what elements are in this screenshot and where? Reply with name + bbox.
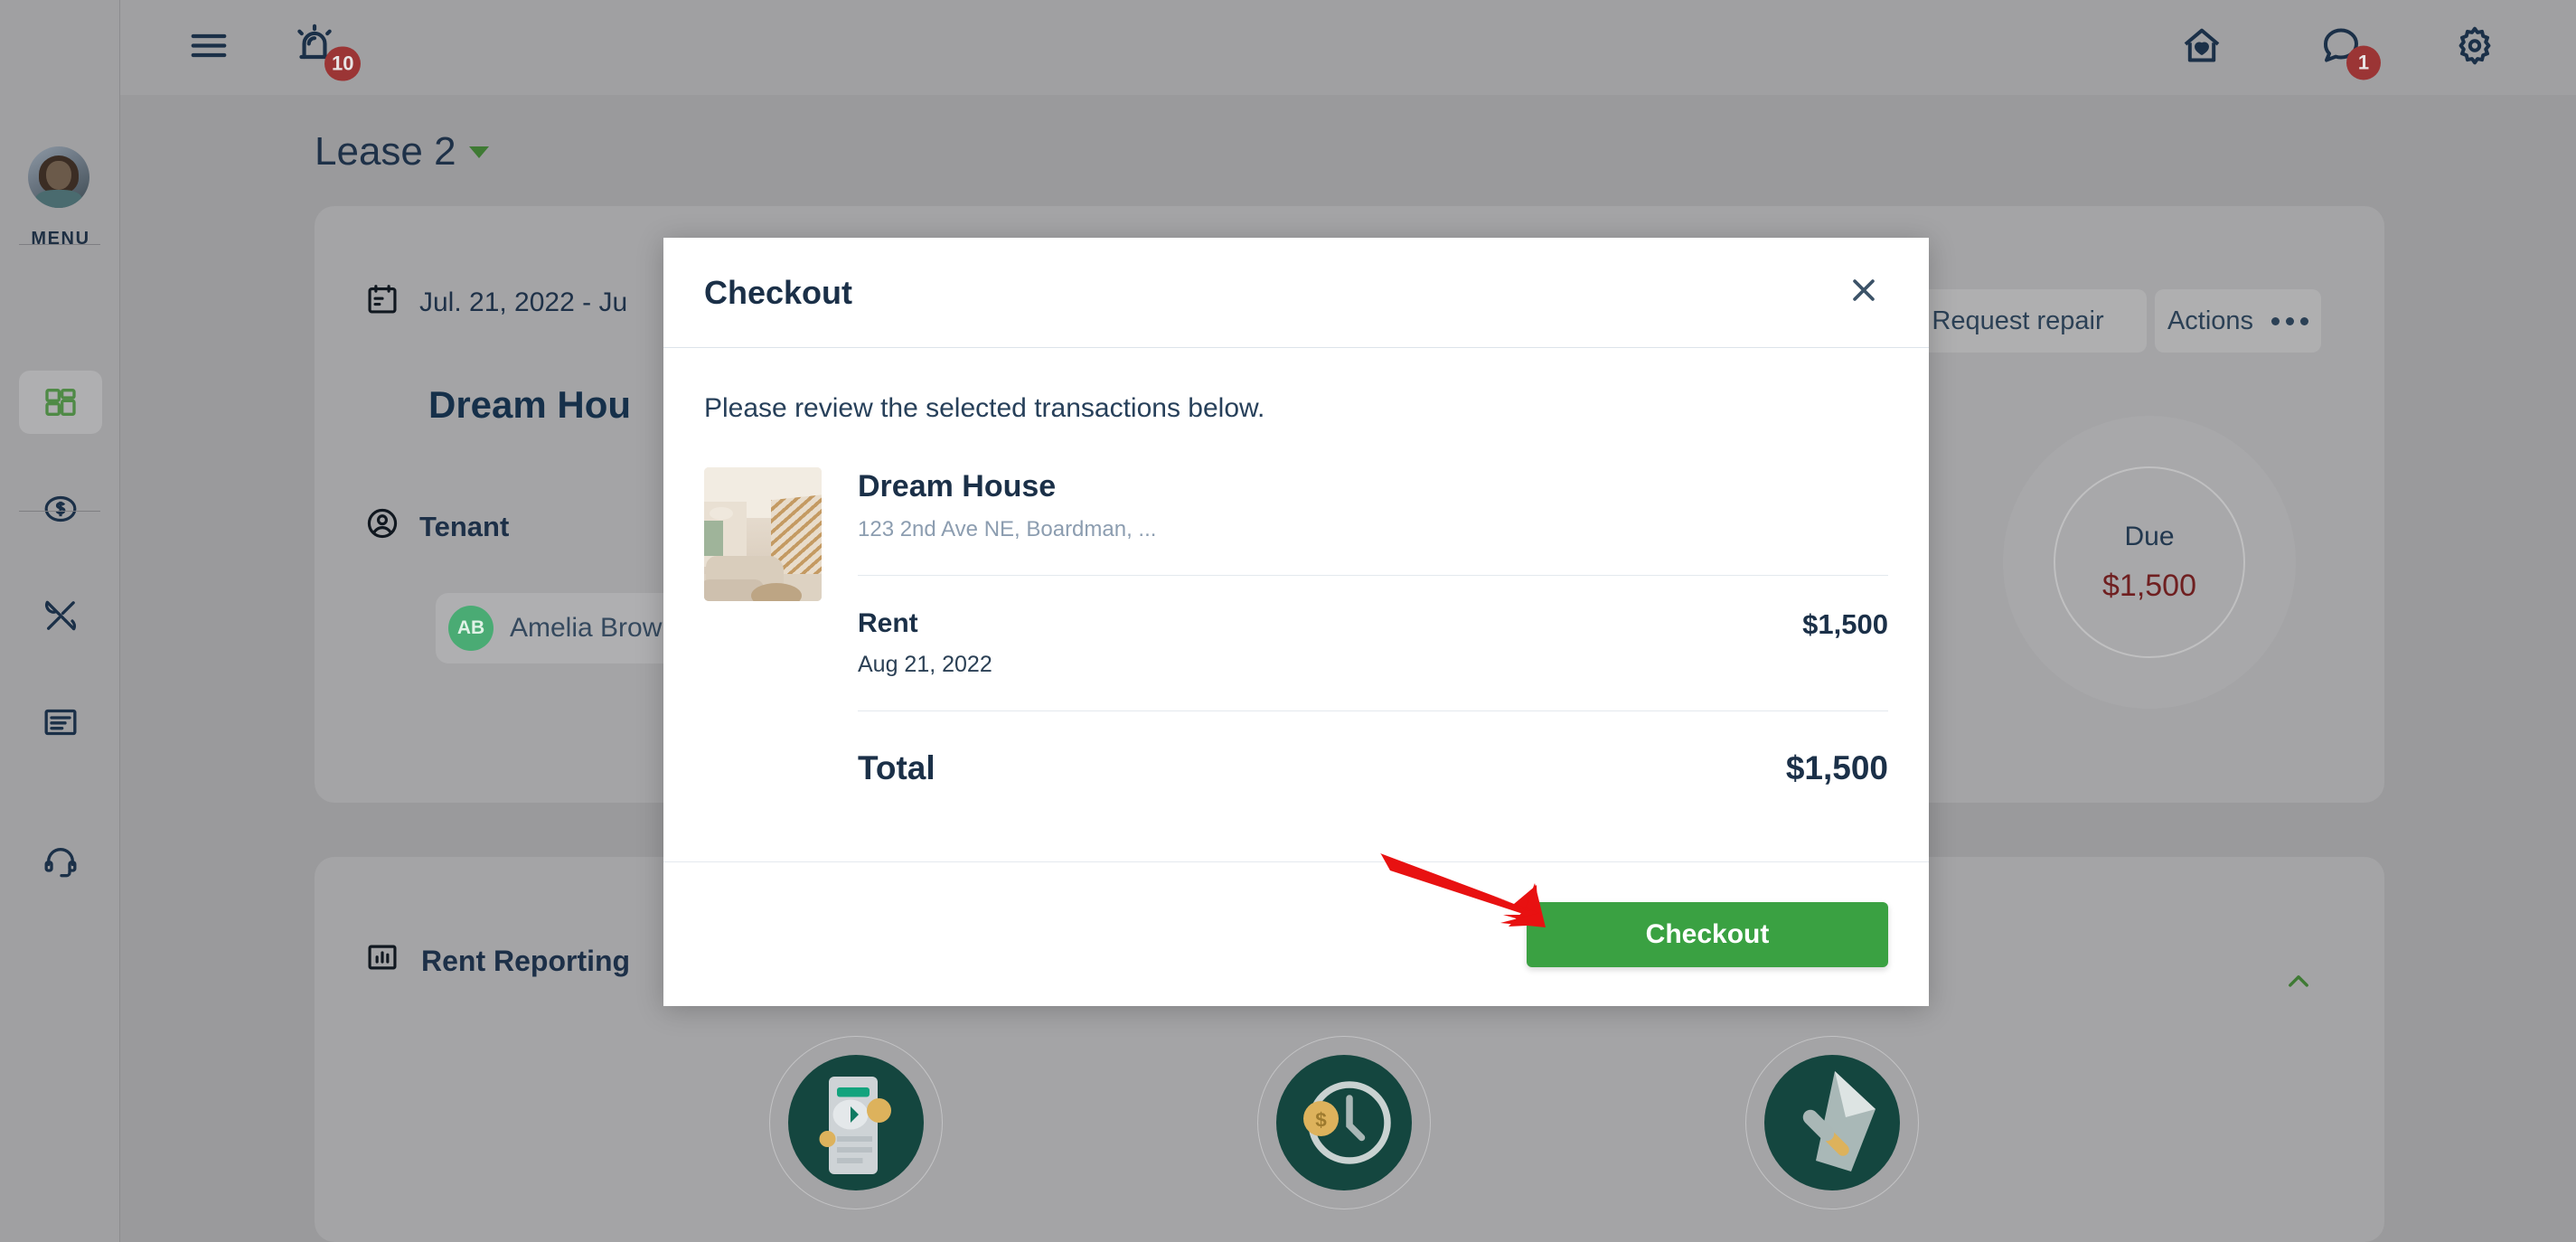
app-root: MENU 10 1 Lease 2 Jul. 21, 2022 - Ju Dre… — [0, 0, 2576, 1242]
close-x-icon — [1848, 275, 1879, 310]
charge-row: Rent Aug 21, 2022 $1,500 — [858, 608, 1888, 678]
avatar[interactable] — [28, 146, 89, 208]
alerts-badge: 10 — [324, 46, 362, 80]
sidebar-item-maintenance[interactable] — [19, 584, 102, 647]
messages-badge: 1 — [2346, 45, 2381, 80]
svg-text:$: $ — [1315, 1109, 1327, 1132]
charge-date: Aug 21, 2022 — [858, 652, 992, 677]
chevron-up-icon — [2283, 975, 2314, 1000]
tenant-avatar: AB — [448, 606, 494, 651]
rent-reporting-collapse-button[interactable] — [2283, 965, 2314, 1001]
hamburger-menu-icon — [188, 24, 230, 71]
close-button[interactable] — [1839, 268, 1888, 317]
modal-header: Checkout — [663, 238, 1929, 348]
due-label: Due — [2124, 521, 2175, 551]
calendar-icon — [365, 282, 400, 324]
total-row: Total $1,500 — [858, 749, 1888, 787]
ellipsis-icon — [2271, 316, 2309, 325]
checkout-modal: Checkout Please review the selected tran… — [663, 238, 1929, 1006]
due-amount: $1,500 — [2102, 568, 2196, 603]
actions-button[interactable]: Actions — [2155, 289, 2321, 353]
date-range-text: Jul. 21, 2022 - Ju — [419, 287, 628, 317]
document-icon — [42, 704, 79, 740]
sidebar-menu-label: MENU — [31, 229, 90, 249]
due-summary: Due $1,500 — [2054, 466, 2245, 658]
sidebar-item-dashboard[interactable] — [19, 371, 102, 434]
person-circle-icon — [365, 506, 400, 548]
sidebar-item-support[interactable] — [19, 830, 102, 893]
alerts-button[interactable]: 10 — [292, 23, 362, 80]
lease-selector[interactable]: Lease 2 — [315, 129, 489, 174]
headset-icon — [42, 843, 79, 880]
modal-title: Checkout — [704, 273, 853, 311]
page-title: Lease 2 — [315, 129, 456, 174]
modal-body: Please review the selected transactions … — [663, 348, 1929, 861]
property-thumbnail — [704, 467, 822, 601]
hamburger-menu-button[interactable] — [188, 24, 230, 71]
topbar: 10 1 — [120, 0, 2576, 95]
dollar-circle-icon — [42, 491, 79, 527]
modal-property-name: Dream House — [858, 469, 1057, 503]
sidebar: MENU — [0, 0, 120, 1242]
property-name: Dream Hou — [428, 383, 632, 426]
rent-reporting-illustration-3 — [1745, 1036, 1919, 1209]
gear-icon — [2453, 24, 2496, 71]
divider-1 — [858, 575, 1888, 576]
review-instruction: Please review the selected transactions … — [704, 393, 1265, 423]
grid-dashboard-icon — [42, 384, 79, 420]
rent-reporting-header: Rent Reporting — [365, 940, 630, 982]
rent-reporting-label: Rent Reporting — [421, 944, 631, 977]
tenant-name: Amelia Brow — [510, 613, 663, 643]
tenant-label: Tenant — [419, 511, 510, 542]
actions-label: Actions — [2167, 306, 2254, 335]
rent-reporting-illustration-2: $ — [1257, 1036, 1431, 1209]
divider-2 — [858, 710, 1888, 711]
house-heart-icon — [2180, 24, 2223, 71]
modal-footer: Checkout — [663, 861, 1929, 1006]
charge-label: Rent — [858, 608, 918, 638]
bar-chart-icon — [365, 940, 400, 982]
sidebar-divider-bottom — [19, 511, 100, 512]
sidebar-item-payments[interactable] — [19, 477, 102, 541]
tools-icon — [42, 597, 79, 634]
settings-button[interactable] — [2453, 24, 2496, 71]
property-summary: Dream House 123 2nd Ave NE, Boardman, ..… — [704, 467, 1888, 787]
tenant-section-header: Tenant — [365, 506, 509, 548]
sidebar-item-documents[interactable] — [19, 691, 102, 754]
messages-button[interactable]: 1 — [2319, 24, 2381, 80]
checkout-button[interactable]: Checkout — [1527, 901, 1888, 967]
lease-date-range: Jul. 21, 2022 - Ju — [365, 282, 627, 324]
modal-property-address: 123 2nd Ave NE, Boardman, ... — [858, 517, 1157, 541]
total-amount: $1,500 — [1785, 749, 1888, 786]
properties-button[interactable] — [2180, 24, 2223, 71]
request-repair-label: Request repair — [1932, 306, 2104, 335]
chevron-down-icon — [468, 146, 489, 158]
charge-amount: $1,500 — [1802, 608, 1888, 640]
rent-reporting-illustration-1 — [769, 1036, 943, 1209]
total-label: Total — [858, 749, 935, 786]
